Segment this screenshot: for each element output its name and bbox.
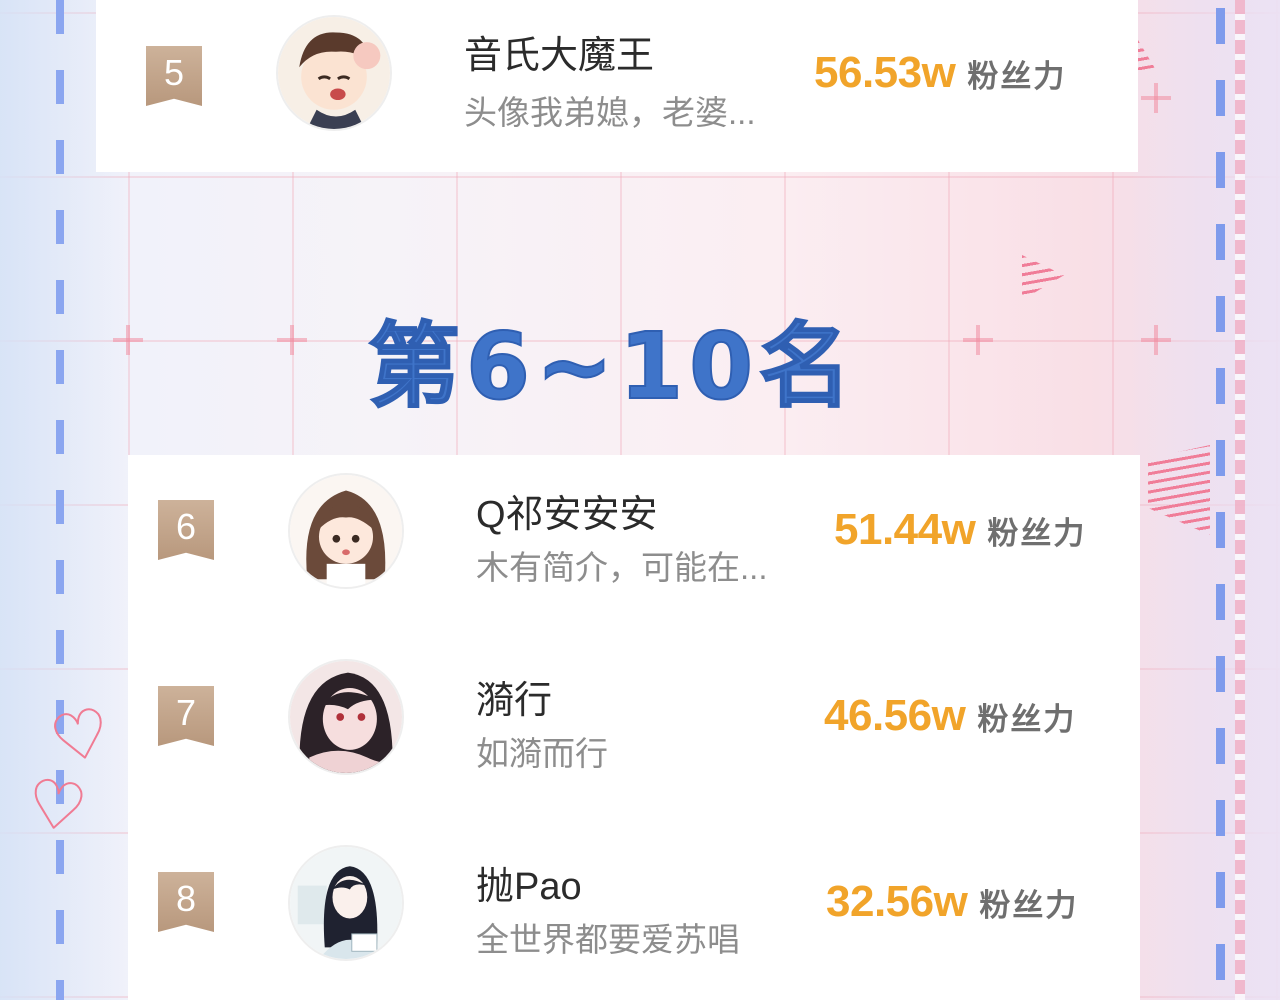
boy-cartoon-icon — [278, 17, 390, 129]
user-name[interactable]: 音氏大魔王 — [464, 24, 654, 79]
dashed-border-left — [56, 0, 64, 1000]
score: 46.56w 粉丝力 — [824, 691, 1076, 741]
score-value: 46.56w — [824, 691, 966, 740]
avatar[interactable] — [288, 473, 404, 589]
score-unit: 粉丝力 — [979, 888, 1079, 924]
cross-decoration — [113, 325, 143, 355]
score: 56.53w 粉丝力 — [814, 48, 1066, 98]
score-value: 32.56w — [826, 877, 968, 926]
rank-badge: 7 — [158, 686, 214, 746]
stripe-border-right — [1235, 0, 1245, 1000]
ranking-row[interactable]: 7 漪行 如漪而行 46.56w 粉丝力 — [128, 659, 1140, 799]
dashed-border-right — [1216, 8, 1225, 998]
heart-doodle-icon: ♥ — [22, 765, 91, 848]
user-bio: 全世界都要爱苏唱 — [476, 921, 740, 958]
user-bio: 木有简介，可能在... — [476, 549, 768, 586]
section-title: 第6~10名 — [367, 312, 858, 421]
sketch-girl-icon — [290, 847, 402, 959]
avatar[interactable] — [288, 845, 404, 961]
score-value: 56.53w — [814, 48, 956, 97]
ranking-row[interactable]: 5 音氏大魔王 头像我弟媳，老婆... 56.53w 粉丝力 — [96, 10, 1138, 150]
user-bio: 头像我弟媳，老婆... — [464, 94, 756, 131]
rank-badge: 8 — [158, 872, 214, 932]
score-value: 51.44w — [834, 505, 976, 554]
rank-badge: 5 — [146, 46, 202, 106]
cross-decoration — [963, 325, 993, 355]
user-name[interactable]: Q祁安安安 — [476, 483, 658, 538]
avatar[interactable] — [276, 15, 392, 131]
score-unit: 粉丝力 — [987, 516, 1087, 552]
user-name[interactable]: 漪行 — [476, 669, 552, 724]
cross-decoration — [1141, 83, 1171, 113]
cross-decoration — [1141, 325, 1171, 355]
ranking-row[interactable]: 8 抛Pao 全世界都要爱苏唱 32.56w 粉丝力 — [128, 845, 1140, 985]
score-unit: 粉丝力 — [967, 59, 1067, 95]
cross-decoration — [277, 325, 307, 355]
score-unit: 粉丝力 — [977, 702, 1077, 738]
score: 51.44w 粉丝力 — [834, 505, 1086, 555]
score: 32.56w 粉丝力 — [826, 877, 1078, 927]
ranking-row[interactable]: 6 Q祁安安安 木有简介，可能在... 51.44w 粉丝力 — [128, 473, 1140, 613]
girl-cartoon-icon — [290, 475, 402, 587]
ranking-card-top: 5 音氏大魔王 头像我弟媳，老婆... 56.53w 粉丝力 — [96, 0, 1138, 172]
avatar[interactable] — [288, 659, 404, 775]
dark-hair-girl-icon — [290, 661, 402, 773]
user-name[interactable]: 抛Pao — [476, 855, 582, 910]
user-bio: 如漪而行 — [476, 735, 608, 772]
ranking-card-main: 6 Q祁安安安 木有简介，可能在... 51.44w 粉丝力 7 漪行 如漪而行… — [128, 455, 1140, 1000]
rank-badge: 6 — [158, 500, 214, 560]
